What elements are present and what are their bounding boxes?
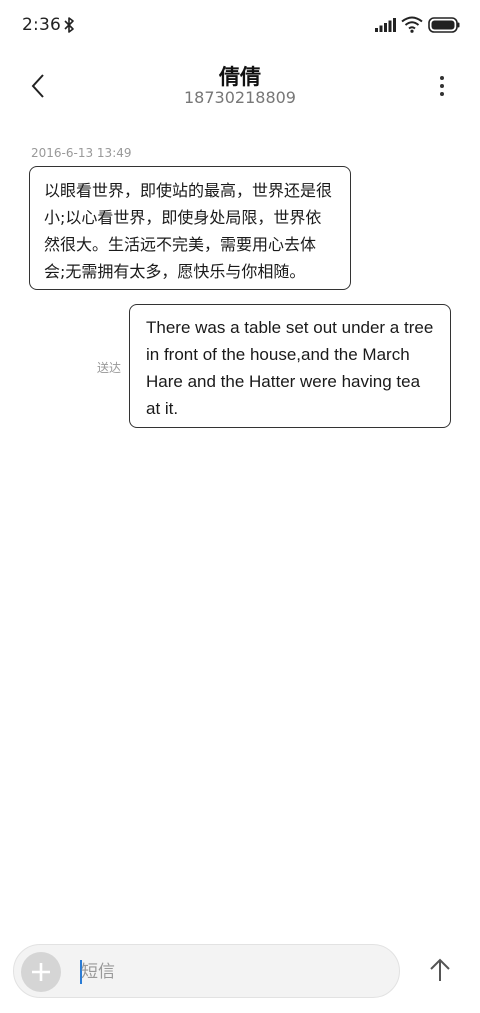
conversation-header: 倩倩 18730218809 — [0, 52, 480, 124]
more-vertical-icon — [440, 76, 444, 80]
delivery-status: 送达 — [97, 361, 122, 375]
add-attachment-button[interactable] — [21, 952, 61, 992]
message-line: at it. — [146, 399, 179, 418]
message-line: 以眼看世界，即使站的最高，世界还是很 — [44, 181, 333, 200]
arrow-up-icon — [430, 958, 450, 981]
contact-number: 18730218809 — [184, 88, 296, 107]
send-button[interactable] — [424, 952, 456, 988]
more-options-button[interactable] — [426, 66, 458, 106]
status-time: 2:36 — [22, 15, 61, 35]
contact-name: 倩倩 — [219, 65, 261, 89]
message-line: 会;无需拥有太多，愿快乐与你相随。 — [44, 262, 306, 281]
message-line: 小;以心看世界，即使身处局限，世界依 — [44, 208, 322, 227]
message-line: Hare and the Hatter were having tea — [146, 372, 421, 391]
battery-icon — [428, 17, 460, 33]
bluetooth-icon — [64, 17, 74, 33]
plus-icon — [32, 963, 50, 981]
wifi-icon — [401, 16, 423, 33]
message-input[interactable] — [81, 953, 381, 991]
status-bar: 2:36 — [0, 0, 480, 52]
signal-icon — [375, 18, 396, 32]
message-line: 然很大。生活远不完美，需要用心去体 — [44, 235, 317, 254]
message-timestamp: 2016-6-13 13:49 — [31, 146, 132, 160]
compose-bar — [13, 944, 400, 998]
message-line: There was a table set out under a tree — [146, 318, 434, 337]
message-line: in front of the house,and the March — [146, 345, 410, 364]
outgoing-message-bubble[interactable]: There was a table set out under a tree i… — [129, 304, 451, 428]
incoming-message-bubble[interactable]: 以眼看世界，即使站的最高，世界还是很 小;以心看世界，即使身处局限，世界依 然很… — [29, 166, 351, 290]
